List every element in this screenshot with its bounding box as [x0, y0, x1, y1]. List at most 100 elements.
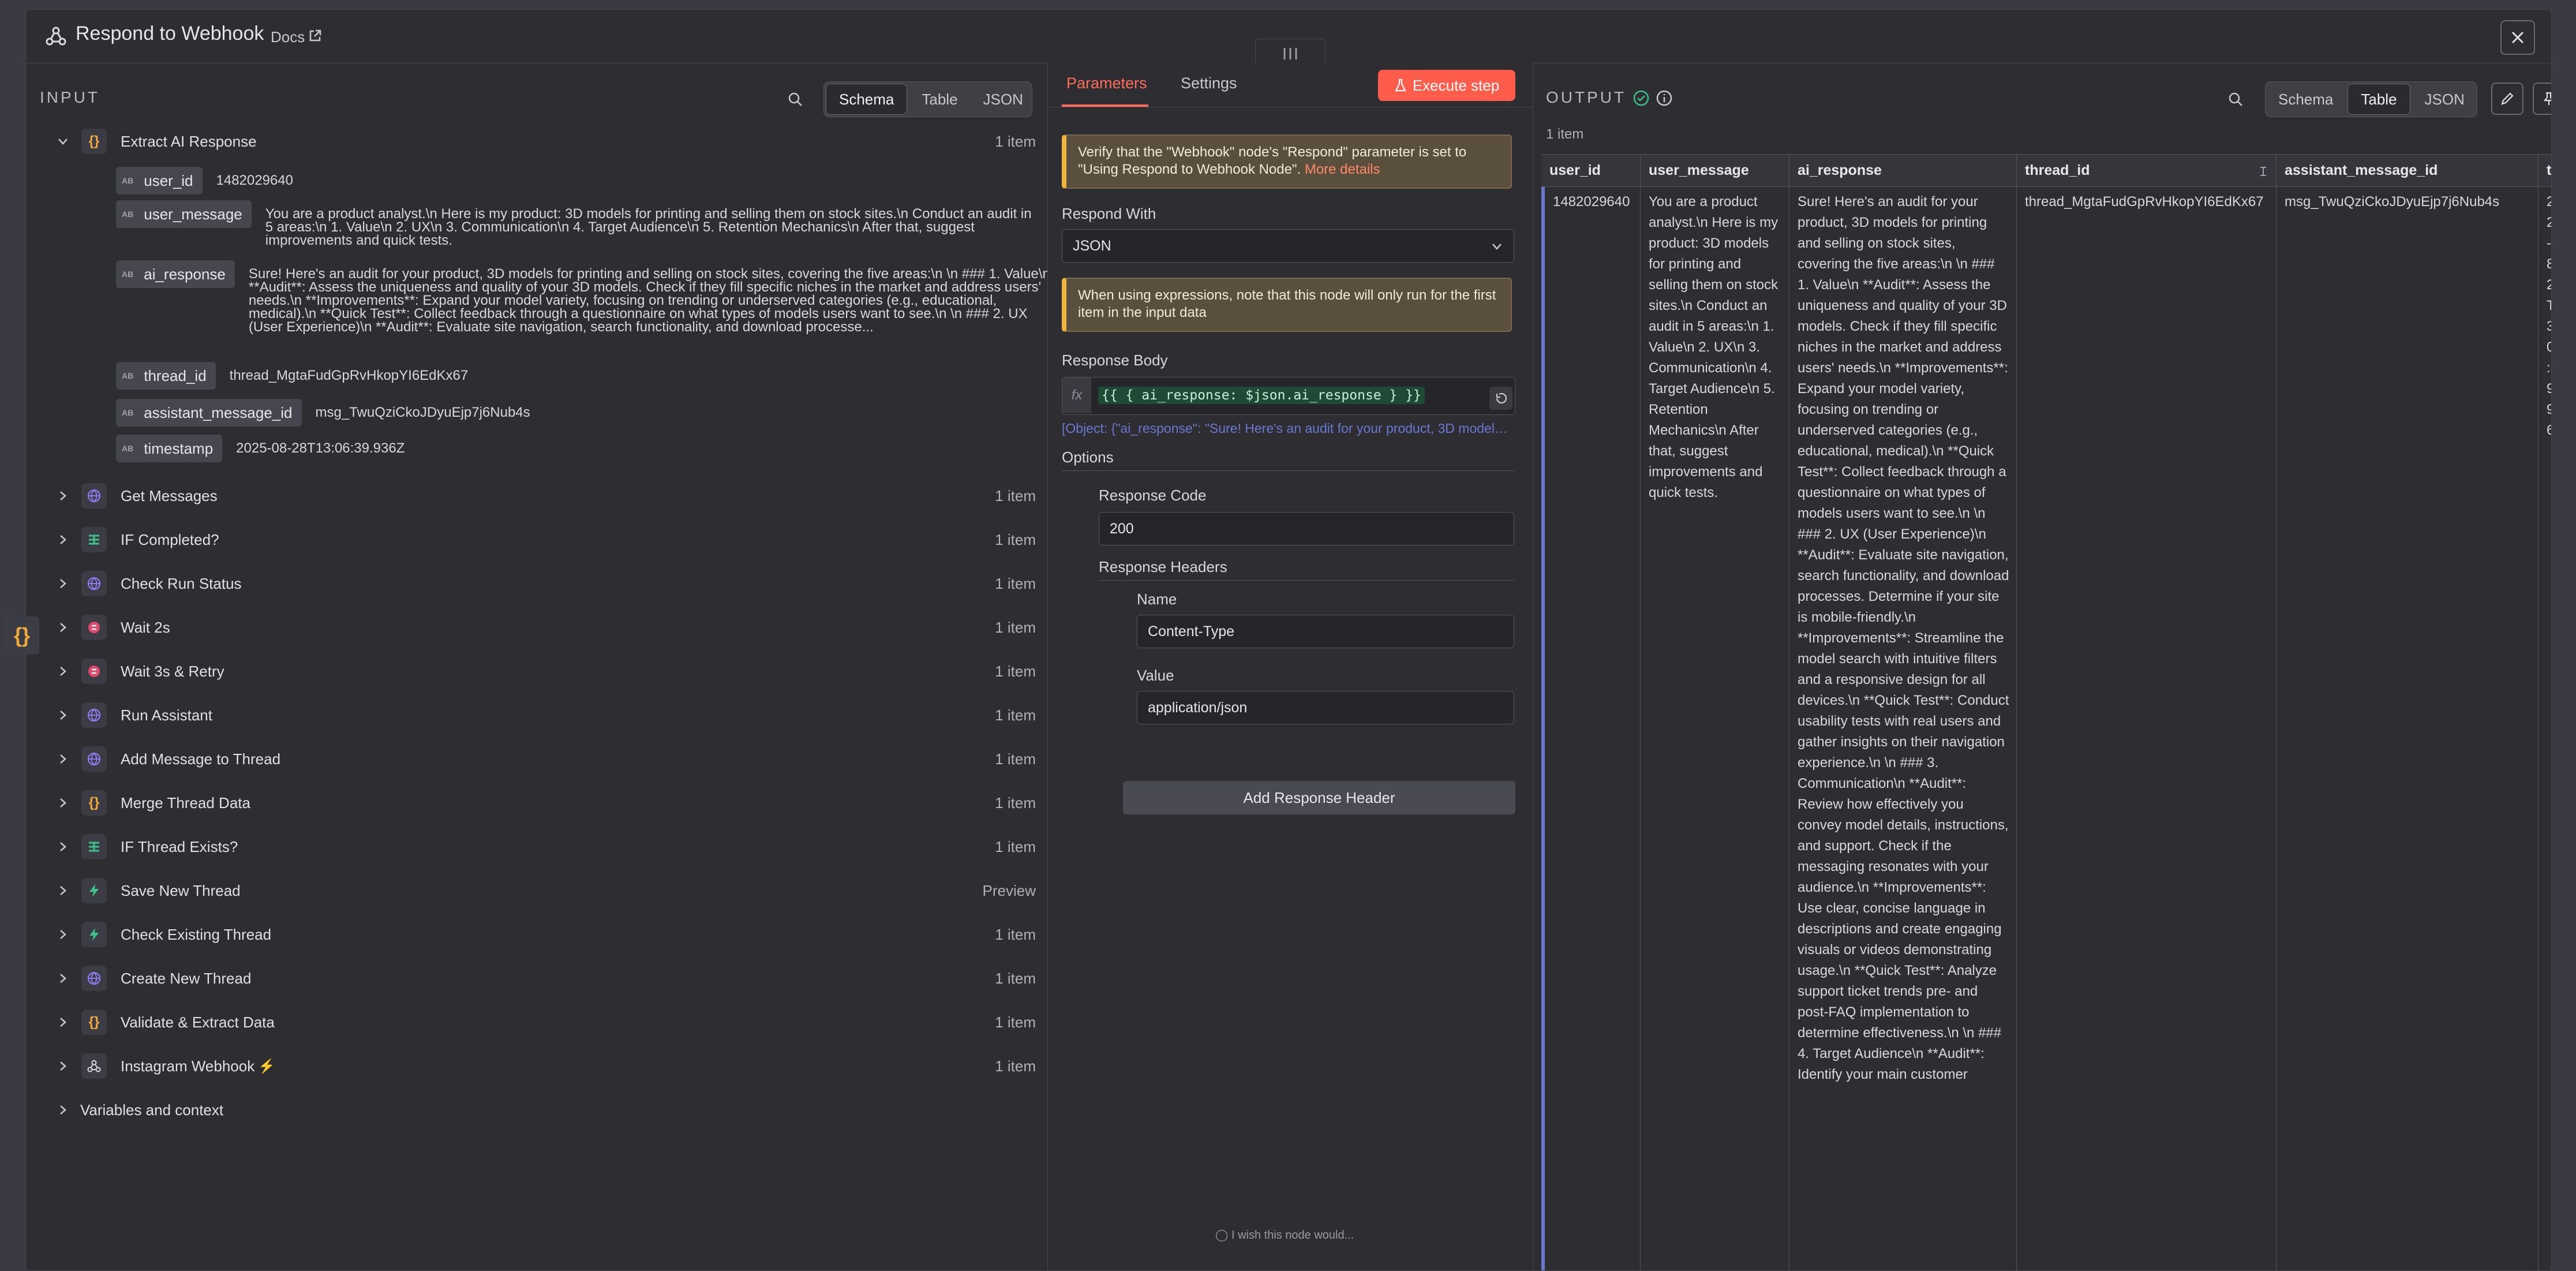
column-header-user-id[interactable]: user_id [1541, 155, 1641, 187]
header-name-input[interactable]: Content-Type [1137, 615, 1514, 648]
response-code-input[interactable]: 200 [1099, 512, 1514, 545]
column-header-timestamp[interactable]: tim [2538, 155, 2551, 187]
chevron-down-icon[interactable] [57, 135, 69, 148]
node-row[interactable]: Create New Thread 1 item [51, 961, 1047, 996]
globe-icon [81, 966, 107, 991]
output-view-table[interactable]: Table [2347, 84, 2410, 115]
lightbulb-icon: ◯ [1215, 1229, 1229, 1242]
header-value-input[interactable]: application/json [1137, 691, 1514, 724]
pin-data-button[interactable] [2533, 83, 2551, 115]
column-header-assistant-message-id[interactable]: assistant_message_id [2277, 155, 2538, 187]
input-view-json[interactable]: JSON [971, 82, 1032, 117]
field-pill[interactable]: AB user_id [116, 167, 203, 195]
search-icon[interactable] [2227, 91, 2244, 108]
chevron-right-icon[interactable] [57, 928, 69, 941]
chevron-right-icon[interactable] [57, 1060, 69, 1072]
respond-with-value: JSON [1073, 237, 1111, 254]
string-type-icon: AB [122, 444, 134, 453]
output-view-schema[interactable]: Schema [2266, 82, 2346, 117]
chevron-right-icon[interactable] [57, 489, 69, 502]
node-row[interactable]: {} Validate & Extract Data 1 item [51, 1005, 1047, 1040]
chevron-right-icon[interactable] [57, 884, 69, 897]
node-row-extract-ai-response[interactable]: {} Extract AI Response 1 item [51, 124, 1047, 159]
node-name: IF Thread Exists? [121, 838, 238, 855]
field-pill[interactable]: AB user_message [116, 200, 252, 228]
input-view-table[interactable]: Table [909, 82, 970, 117]
more-details-link[interactable]: More details [1305, 162, 1380, 177]
execute-step-button[interactable]: Execute step [1378, 70, 1515, 101]
expand-editor-button[interactable] [1489, 387, 1512, 410]
chevron-right-icon[interactable] [57, 709, 69, 722]
variables-and-context[interactable]: Variables and context [51, 1093, 1047, 1127]
node-row[interactable]: Run Assistant 1 item [51, 698, 1047, 732]
braces-icon[interactable]: {} [5, 616, 39, 655]
node-row[interactable]: Get Messages 1 item [51, 479, 1047, 513]
add-response-header-button[interactable]: Add Response Header [1123, 781, 1515, 814]
input-panel: INPUT Schema Table JSON {} Extract AI Re… [26, 63, 1050, 1270]
field-pill[interactable]: AB timestamp [116, 435, 223, 462]
field-pill[interactable]: AB thread_id [116, 362, 216, 390]
input-view-schema[interactable]: Schema [826, 84, 908, 115]
chevron-right-icon[interactable] [57, 797, 69, 809]
drag-icon [1283, 48, 1297, 59]
tab-settings[interactable]: Settings [1181, 74, 1237, 92]
field-value: 2025-08-28T13:06:39.936Z [236, 440, 405, 456]
info-icon[interactable] [1656, 89, 1673, 107]
chevron-right-icon[interactable] [57, 1104, 69, 1116]
if-icon [81, 834, 107, 859]
response-body-editor[interactable]: fx {{ { ai_response: $json.ai_response }… [1062, 377, 1515, 415]
chevron-right-icon[interactable] [57, 665, 69, 678]
chevron-down-icon [1492, 244, 1502, 250]
node-row[interactable]: Wait 3s & Retry 1 item [51, 654, 1047, 689]
cell-thread-id: thread_MgtaFudGpRvHkopYI6EdKx67 [2017, 187, 2277, 1270]
field-pill[interactable]: AB ai_response [116, 260, 235, 288]
field-value: You are a product analyst.\n Here is my … [265, 206, 1032, 248]
chevron-right-icon[interactable] [57, 972, 69, 985]
cell-timestamp: 2025-08-28T13:06:39.936Z [2538, 187, 2551, 1270]
node-name: Merge Thread Data [121, 794, 250, 812]
node-name: IF Completed? [121, 530, 219, 548]
chevron-right-icon[interactable] [57, 840, 69, 853]
close-button[interactable] [2500, 20, 2535, 55]
expressions-notice: When using expressions, note that this n… [1062, 278, 1512, 332]
cell-user-id: 1482029640 [1545, 187, 1641, 1270]
chevron-right-icon[interactable] [57, 753, 69, 765]
chevron-right-icon[interactable] [57, 1016, 69, 1029]
output-table: user_id user_message ai_response thread_… [1541, 154, 2551, 1270]
tab-parameters[interactable]: Parameters [1066, 74, 1147, 92]
column-header-ai-response[interactable]: ai_response [1789, 155, 2017, 187]
column-header-thread-id[interactable]: thread_id [2017, 155, 2277, 187]
node-row[interactable]: Save New Thread Preview [51, 873, 1047, 908]
column-header-user-message[interactable]: user_message [1641, 155, 1789, 187]
pencil-icon [2501, 92, 2514, 105]
external-link-icon[interactable] [308, 28, 323, 43]
docs-link[interactable]: Docs [271, 28, 305, 46]
chevron-right-icon[interactable] [57, 533, 69, 546]
schema-field-user-message: AB user_message You are a product analyst… [116, 200, 1062, 248]
drag-column-icon[interactable] [2259, 165, 2268, 178]
node-count: 1 item [995, 530, 1036, 548]
chevron-right-icon[interactable] [57, 577, 69, 590]
search-icon[interactable] [787, 91, 804, 108]
node-row[interactable]: Check Run Status 1 item [51, 566, 1047, 601]
schema-field-ai-response: AB ai_response Sure! Here's an audit for … [116, 260, 1062, 334]
braces-icon: {} [81, 1010, 107, 1035]
output-panel: OUTPUT 1 item Schema Table JSON user_id [1532, 63, 2551, 1270]
node-row[interactable]: Instagram Webhook ⚡ 1 item [51, 1049, 1047, 1083]
node-row[interactable]: IF Completed? 1 item [51, 522, 1047, 557]
feedback-link[interactable]: ◯ I wish this node would... [1215, 1228, 1354, 1242]
node-row[interactable]: IF Thread Exists? 1 item [51, 829, 1047, 864]
node-row[interactable]: Add Message to Thread 1 item [51, 742, 1047, 776]
edit-output-button[interactable] [2491, 83, 2523, 115]
node-row[interactable]: {} Merge Thread Data 1 item [51, 786, 1047, 820]
output-view-json[interactable]: JSON [2412, 82, 2477, 117]
node-row[interactable]: Check Existing Thread 1 item [51, 917, 1047, 952]
chevron-right-icon[interactable] [57, 621, 69, 634]
field-pill[interactable]: AB assistant_message_id [116, 399, 302, 427]
node-count: 1 item [995, 1057, 1036, 1075]
wait-icon [81, 615, 107, 640]
node-count: 1 item [995, 706, 1036, 724]
respond-with-select[interactable]: JSON [1062, 229, 1514, 263]
node-row[interactable]: Wait 2s 1 item [51, 610, 1047, 645]
response-body-expression[interactable]: {{ { ai_response: $json.ai_response } }} [1098, 387, 1425, 404]
